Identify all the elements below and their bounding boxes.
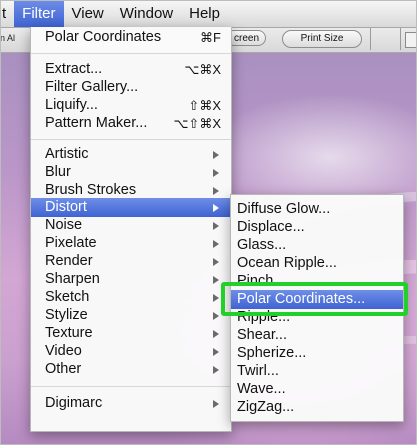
menu-item-label: Brush Strokes: [45, 182, 137, 198]
menu-separator: [31, 386, 231, 387]
submenu-arrow-icon: [213, 276, 219, 284]
menu-item-label: Blur: [45, 164, 71, 180]
menu-item-label: Video: [45, 343, 82, 359]
menu-bar: t Filter View Window Help: [0, 0, 417, 28]
shortcut-label: ⌥⌘X: [184, 62, 221, 77]
menu-separator: [31, 139, 231, 140]
menu-item-label: Artistic: [45, 146, 89, 162]
menu-item-label: Sketch: [45, 289, 90, 305]
menu-item-label: Polar Coordinates: [45, 29, 162, 45]
menu-item-noise[interactable]: Noise: [31, 216, 231, 235]
fill-screen-button[interactable]: creen: [226, 30, 266, 46]
filter-menu: Polar Coordinates ⌘F Extract... ⌥⌘X Filt…: [30, 27, 232, 432]
menu-item-artistic[interactable]: Artistic: [31, 145, 231, 164]
submenu-arrow-icon: [213, 258, 219, 266]
menu-item-label: Digimarc: [45, 395, 103, 411]
options-divider: [400, 28, 401, 50]
menu-item-extract[interactable]: Extract... ⌥⌘X: [31, 60, 231, 79]
menu-item-label: Other: [45, 361, 82, 377]
submenu-arrow-icon: [213, 222, 219, 230]
submenu-arrow-icon: [213, 204, 219, 212]
palette-well[interactable]: [405, 32, 417, 48]
menu-item-sketch[interactable]: Sketch: [31, 288, 231, 307]
options-divider: [370, 28, 371, 50]
menu-item-liquify[interactable]: Liquify... ⇧⌘X: [31, 96, 231, 115]
submenu-item-glass[interactable]: Glass...: [231, 236, 403, 255]
submenu-item-shear[interactable]: Shear...: [231, 326, 403, 345]
menu-item-render[interactable]: Render: [31, 252, 231, 271]
submenu-item-spherize[interactable]: Spherize...: [231, 344, 403, 363]
menu-item-pattern-maker[interactable]: Pattern Maker... ⌥⇧⌘X: [31, 114, 231, 133]
submenu-arrow-icon: [213, 312, 219, 320]
menu-item-label: Stylize: [45, 307, 88, 323]
menu-item-label: Distort: [45, 199, 87, 215]
menu-filter[interactable]: Filter: [14, 0, 64, 27]
menu-item-label: Sharpen: [45, 271, 100, 287]
submenu-arrow-icon: [213, 240, 219, 248]
submenu-arrow-icon: [213, 151, 219, 159]
shortcut-label: ⌥⇧⌘X: [173, 116, 221, 131]
menu-item-digimarc[interactable]: Digimarc: [31, 394, 231, 413]
menu-item-label: Pattern Maker...: [45, 115, 148, 131]
print-size-button[interactable]: Print Size: [282, 30, 362, 48]
menu-item-label: Filter Gallery...: [45, 79, 139, 95]
menu-separator: [31, 53, 231, 54]
menu-item-label: Texture: [45, 325, 93, 341]
menu-item-other[interactable]: Other: [31, 360, 231, 379]
menu-item-label: Noise: [45, 217, 83, 233]
menu-item-last-filter[interactable]: Polar Coordinates ⌘F: [31, 28, 231, 47]
menu-item-stylize[interactable]: Stylize: [31, 306, 231, 325]
menu-view[interactable]: View: [64, 0, 112, 27]
submenu-arrow-icon: [213, 294, 219, 302]
menu-help[interactable]: Help: [181, 0, 228, 27]
submenu-arrow-icon: [213, 187, 219, 195]
submenu-arrow-icon: [213, 330, 219, 338]
menu-item-label: Pixelate: [45, 235, 97, 251]
shortcut-label: ⇧⌘X: [188, 98, 221, 113]
menu-item-distort[interactable]: Distort: [31, 198, 231, 217]
submenu-arrow-icon: [213, 169, 219, 177]
menu-item-filter-gallery[interactable]: Filter Gallery...: [31, 78, 231, 97]
menu-item-blur[interactable]: Blur: [31, 163, 231, 182]
menu-item-texture[interactable]: Texture: [31, 324, 231, 343]
shortcut-label: ⌘F: [200, 30, 221, 45]
submenu-item-ocean-ripple[interactable]: Ocean Ripple...: [231, 254, 403, 273]
menu-edit-fragment[interactable]: t: [0, 0, 14, 27]
menu-item-video[interactable]: Video: [31, 342, 231, 361]
submenu-arrow-icon: [213, 348, 219, 356]
menu-item-label: Liquify...: [45, 97, 98, 113]
submenu-arrow-icon: [213, 366, 219, 374]
submenu-item-displace[interactable]: Displace...: [231, 218, 403, 237]
menu-item-sharpen[interactable]: Sharpen: [31, 270, 231, 289]
submenu-item-zigzag[interactable]: ZigZag...: [231, 398, 403, 417]
menu-window[interactable]: Window: [112, 0, 181, 27]
menu-item-label: Extract...: [45, 61, 103, 77]
submenu-item-diffuse-glow[interactable]: Diffuse Glow...: [231, 200, 403, 219]
submenu-item-twirl[interactable]: Twirl...: [231, 362, 403, 381]
options-bar-fragment: n Al: [0, 33, 16, 43]
submenu-arrow-icon: [213, 400, 219, 408]
menu-item-pixelate[interactable]: Pixelate: [31, 234, 231, 253]
menu-item-label: Render: [45, 253, 93, 269]
callout-highlight-box: [221, 282, 408, 316]
submenu-item-wave[interactable]: Wave...: [231, 380, 403, 399]
